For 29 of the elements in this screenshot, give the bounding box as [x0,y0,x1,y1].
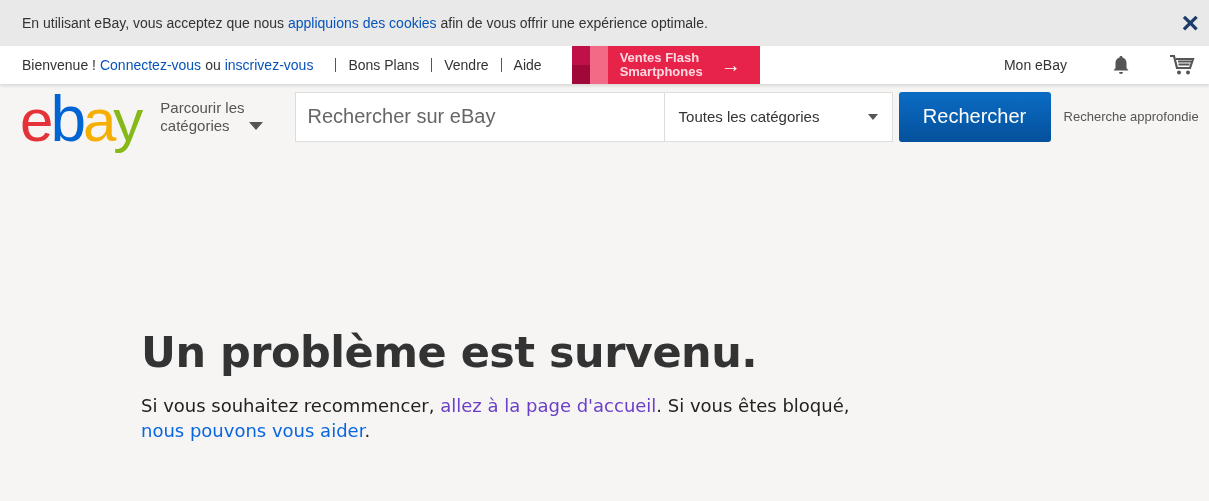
home-page-link[interactable]: allez à la page d'accueil [440,395,657,416]
browse-categories-button[interactable]: Parcourir les catégories [160,98,263,135]
error-message: Si vous souhaitez recommencer, allez à la page d'accueil. Si vous êtes bloqué, nous pouvons vous aider. [141,394,851,443]
close-button[interactable]: × [1177,11,1203,35]
sign-in-link[interactable]: Connectez-vous [99,57,202,73]
arrow-icon: → [720,53,741,77]
promo-subtitle: Smartphones [619,65,703,79]
cart-icon[interactable] [1169,54,1195,76]
ebay-logo[interactable]: ebay [20,82,147,155]
bell-icon[interactable] [1111,55,1131,75]
promo-banner[interactable]: Ventes Flash Smartphones → [571,46,760,84]
search-button[interactable]: Rechercher [898,91,1051,142]
caret-icon [867,113,878,120]
cookie-notice: En utilisant eBay, vous acceptez que nous appliquions des cookies afin de vous offrir une expérience optimale. [22,15,709,31]
nav-link[interactable]: Bons Plans [348,57,420,73]
my-ebay-link[interactable]: Mon eBay [1003,57,1067,73]
nav-link[interactable]: Vendre [444,57,489,73]
nav-link[interactable]: Aide [513,57,542,73]
register-link[interactable]: inscrivez-vous [224,57,314,73]
help-link[interactable]: nous pouvons vous aider [141,420,365,441]
error-heading: Un problème est survenu. [141,327,759,377]
or-text: ou [205,57,221,73]
promo-title: Ventes Flash [619,51,701,65]
category-dropdown[interactable]: Toutes les catégories [664,91,893,142]
cookie-link[interactable]: appliquions des cookies [287,15,437,31]
welcome-text: Bienvenue ! [22,57,96,73]
advanced-search-link[interactable]: Recherche approfondie [1063,109,1199,124]
caret-icon [248,121,263,130]
search-field[interactable]: Rechercher sur eBay [294,91,665,142]
